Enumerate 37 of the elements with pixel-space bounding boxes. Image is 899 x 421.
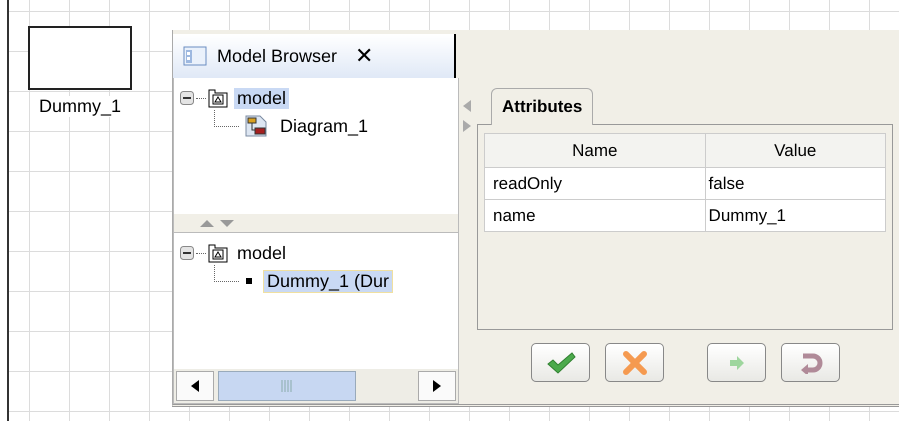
collapse-toggle[interactable] (180, 246, 194, 260)
panel-icon (183, 46, 207, 66)
column-header[interactable]: Name (484, 134, 706, 168)
cancel-button[interactable] (605, 343, 664, 382)
model-browser-tab[interactable]: Model Browser ✕ (173, 34, 456, 78)
right-arrow-icon (728, 356, 744, 370)
undo-button[interactable] (781, 343, 840, 382)
cross-icon (622, 350, 646, 374)
table-cell[interactable]: name (484, 200, 706, 232)
grip-icon (281, 380, 293, 392)
table-cell[interactable]: false (705, 168, 886, 200)
bullet-icon (245, 277, 253, 285)
scroll-thumb[interactable] (218, 371, 356, 401)
tree-item[interactable]: model (234, 242, 290, 264)
horizontal-scrollbar[interactable] (174, 369, 458, 403)
collapse-toggle[interactable] (180, 91, 194, 105)
column-header[interactable]: Value (705, 134, 886, 168)
right-arrow-icon (433, 380, 441, 392)
diagram-icon (245, 115, 267, 137)
package-icon (208, 243, 228, 263)
attributes-tab[interactable]: Attributes (491, 88, 594, 125)
tree-item[interactable]: Dummy_1 (Dur (263, 270, 394, 292)
apply-button[interactable] (531, 343, 590, 382)
table-cell[interactable]: readOnly (484, 168, 706, 200)
tree-item[interactable]: Diagram_1 (277, 116, 372, 136)
node-label: Dummy_1 (38, 96, 122, 117)
return-arrow-icon (798, 352, 822, 374)
table-cell[interactable]: Dummy_1 (705, 200, 886, 232)
left-arrow-icon (191, 380, 199, 392)
collapse-arrows-icon[interactable] (462, 98, 472, 134)
checkmark-icon (546, 352, 576, 374)
next-button[interactable] (707, 343, 766, 382)
scroll-left-button[interactable] (176, 371, 214, 401)
scroll-right-button[interactable] (418, 371, 456, 401)
tree-item[interactable]: model (234, 88, 290, 108)
package-icon (208, 88, 228, 108)
close-icon[interactable]: ✕ (355, 43, 374, 69)
